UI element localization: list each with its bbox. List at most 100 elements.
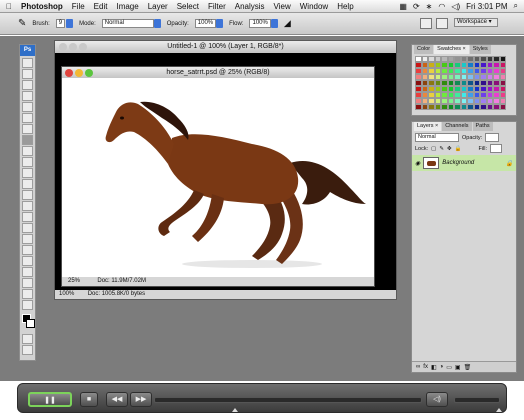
move-tool-icon[interactable]: [22, 58, 33, 68]
brush-size-picker[interactable]: 9: [55, 19, 74, 28]
doc-info[interactable]: Doc: 11.9M/7.02M: [97, 278, 146, 284]
delete-layer-icon[interactable]: 🗑: [464, 364, 472, 371]
menu-filter[interactable]: Filter: [208, 2, 226, 11]
menu-window[interactable]: Window: [300, 2, 328, 11]
doc-info[interactable]: Doc: 1005.8K/0 bytes: [88, 291, 145, 297]
notes-tool-icon[interactable]: [22, 267, 33, 277]
clone-stamp-tool-icon[interactable]: [22, 146, 33, 156]
quick-select-tool-icon[interactable]: [22, 91, 33, 101]
path-select-tool-icon[interactable]: [22, 234, 33, 244]
blur-tool-icon[interactable]: [22, 190, 33, 200]
menu-view[interactable]: View: [274, 2, 291, 11]
scrubber-track[interactable]: [154, 397, 422, 403]
zoom-level[interactable]: 100%: [59, 291, 74, 297]
brush-tool-icon[interactable]: [22, 135, 33, 145]
stop-button[interactable]: ■: [80, 392, 98, 407]
volume-level-icon[interactable]: [496, 408, 502, 412]
lock-transparency-icon[interactable]: ▢: [431, 146, 436, 152]
history-brush-tool-icon[interactable]: [22, 157, 33, 167]
rewind-button[interactable]: ◀◀: [106, 392, 128, 407]
adjustment-layer-icon[interactable]: ◑: [440, 364, 444, 370]
menu-layer[interactable]: Layer: [148, 2, 168, 11]
eraser-tool-icon[interactable]: [22, 168, 33, 178]
palette-well-icon[interactable]: [420, 18, 432, 29]
workspace-menu[interactable]: Workspace ▾: [454, 18, 498, 27]
marquee-tool-icon[interactable]: [22, 69, 33, 79]
link-layers-icon[interactable]: ∞: [416, 364, 420, 370]
lock-position-icon[interactable]: ✥: [447, 146, 452, 152]
minimize-icon[interactable]: [75, 69, 83, 77]
zoom-level[interactable]: 25%: [68, 278, 80, 284]
app-menu[interactable]: Photoshop: [21, 2, 63, 11]
bluetooth-icon[interactable]: ∗: [426, 2, 433, 11]
canvas[interactable]: [62, 78, 374, 276]
blend-mode-select[interactable]: Normal: [415, 133, 459, 142]
gradient-tool-icon[interactable]: [22, 179, 33, 189]
zoom-tool-icon[interactable]: [22, 300, 33, 310]
sync-icon[interactable]: ⟳: [413, 2, 420, 11]
menu-edit[interactable]: Edit: [94, 2, 108, 11]
clock[interactable]: Fri 3:01 PM: [466, 2, 507, 11]
tab-paths[interactable]: Paths: [472, 122, 493, 131]
airbrush-icon[interactable]: ◢: [284, 18, 291, 29]
status-icon[interactable]: ▦: [399, 2, 407, 11]
healing-brush-tool-icon[interactable]: [22, 124, 33, 134]
3d-tool-icon[interactable]: [22, 256, 33, 266]
menu-file[interactable]: File: [72, 2, 85, 11]
document-window-horse[interactable]: horse_satrrt.psd @ 25% (RGB/8) 25% Doc: …: [61, 66, 375, 287]
menu-image[interactable]: Image: [116, 2, 138, 11]
tab-channels[interactable]: Channels: [442, 122, 472, 131]
layer-row[interactable]: ◉ Background 🔒: [412, 155, 516, 171]
menu-help[interactable]: Help: [337, 2, 353, 11]
pen-tool-icon[interactable]: [22, 212, 33, 222]
volume-icon[interactable]: ◁): [451, 2, 460, 11]
spotlight-search-icon[interactable]: ⌕: [514, 1, 518, 11]
fill-field[interactable]: [490, 144, 502, 153]
zoom-icon[interactable]: [85, 69, 93, 77]
tab-layers[interactable]: Layers ×: [414, 122, 442, 131]
minimize-icon[interactable]: [69, 43, 77, 51]
eyedropper-tool-icon[interactable]: [22, 278, 33, 288]
shape-tool-icon[interactable]: [22, 245, 33, 255]
opacity-field[interactable]: 100%: [194, 19, 224, 28]
volume-button[interactable]: ◁): [426, 392, 448, 407]
opacity-field[interactable]: [485, 133, 500, 142]
volume-slider[interactable]: [454, 397, 500, 403]
quick-mask-icon[interactable]: [22, 334, 33, 344]
tab-styles[interactable]: Styles: [469, 45, 491, 54]
crop-tool-icon[interactable]: [22, 102, 33, 112]
apple-menu-icon[interactable]: : [6, 2, 12, 11]
close-icon[interactable]: [59, 43, 67, 51]
visibility-eye-icon[interactable]: ◉: [415, 160, 420, 167]
flow-field[interactable]: 100%: [249, 19, 278, 28]
dodge-tool-icon[interactable]: [22, 201, 33, 211]
window-title-bar[interactable]: horse_satrrt.psd @ 25% (RGB/8): [62, 67, 374, 78]
close-icon[interactable]: [65, 69, 73, 77]
mode-select[interactable]: Normal: [101, 19, 161, 28]
wifi-icon[interactable]: ◠: [438, 2, 445, 11]
screen-mode-icon[interactable]: [22, 345, 33, 355]
color-swatches-icon[interactable]: [20, 314, 35, 334]
pause-button[interactable]: ❚❚: [28, 392, 72, 407]
zoom-icon[interactable]: [79, 43, 87, 51]
new-group-icon[interactable]: ▭: [446, 364, 452, 371]
hand-tool-icon[interactable]: [22, 289, 33, 299]
menu-analysis[interactable]: Analysis: [235, 2, 265, 11]
lock-all-icon[interactable]: 🔒: [455, 146, 462, 152]
lasso-tool-icon[interactable]: [22, 80, 33, 90]
type-tool-icon[interactable]: [22, 223, 33, 233]
bridge-icon[interactable]: [436, 18, 448, 29]
fast-forward-button[interactable]: ▶▶: [130, 392, 152, 407]
playhead-icon[interactable]: [232, 408, 238, 412]
tab-color[interactable]: Color: [414, 45, 434, 54]
lock-pixels-icon[interactable]: ✎: [439, 146, 444, 152]
brush-tool-icon[interactable]: ✎: [18, 18, 26, 29]
window-title-bar[interactable]: Untitled-1 @ 100% (Layer 1, RGB/8*): [55, 41, 396, 53]
layer-style-icon[interactable]: fx: [423, 364, 428, 370]
slice-tool-icon[interactable]: [22, 113, 33, 123]
tab-swatches[interactable]: Swatches ×: [434, 45, 469, 54]
menu-select[interactable]: Select: [177, 2, 199, 11]
swatch-cell[interactable]: [499, 104, 506, 110]
add-mask-icon[interactable]: ◧: [431, 364, 437, 371]
swatch-grid[interactable]: [415, 56, 513, 110]
